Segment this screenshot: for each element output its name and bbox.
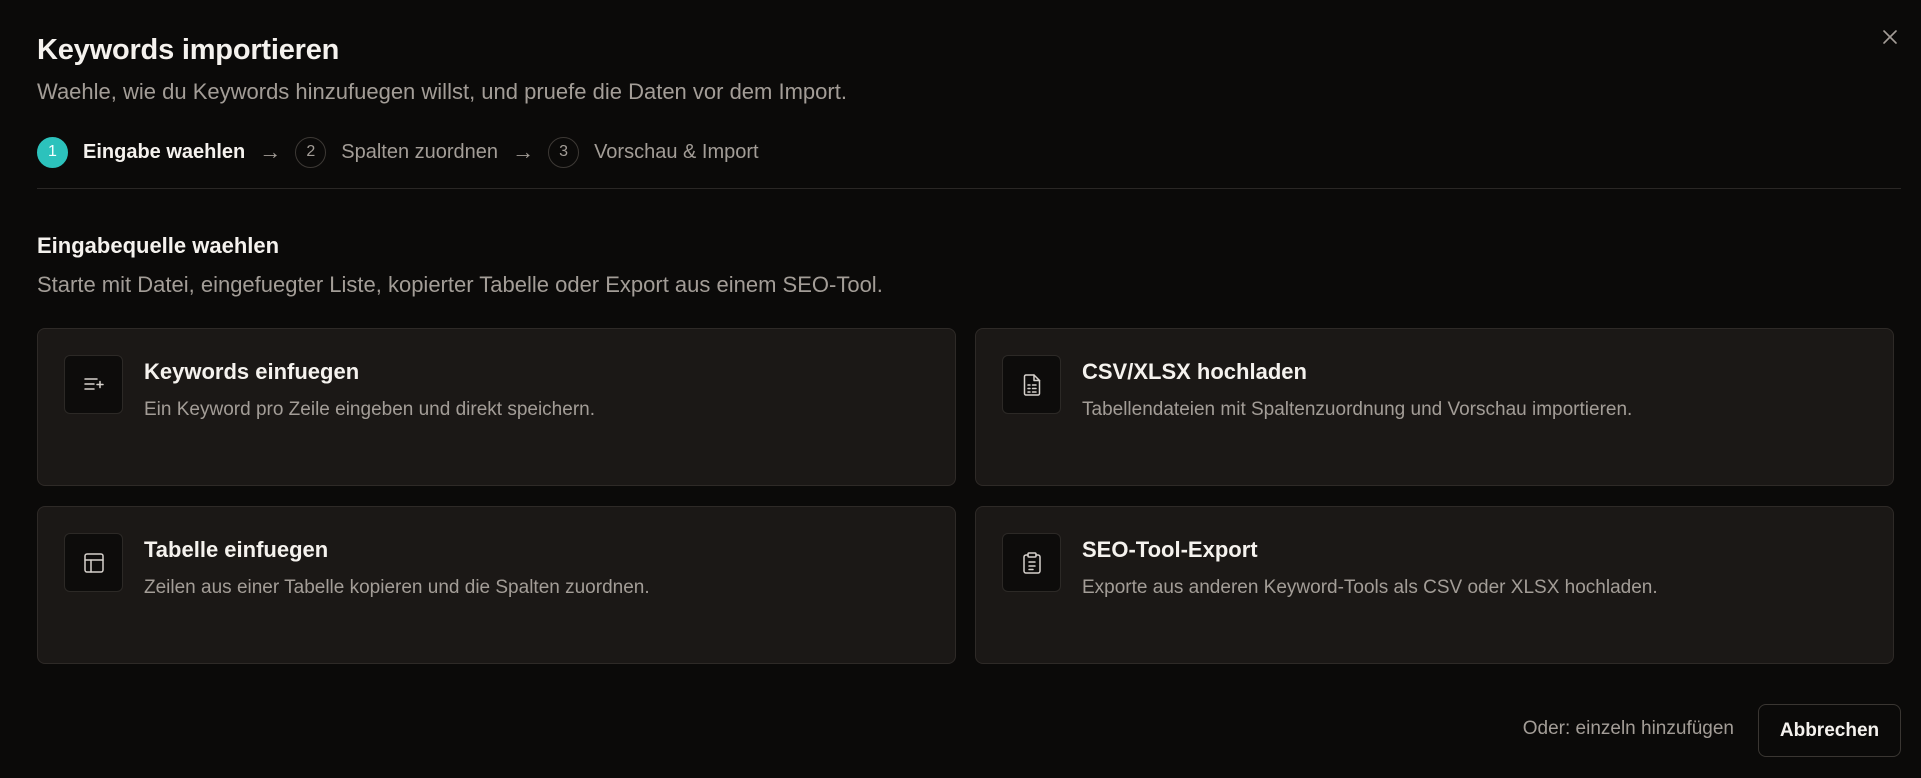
card-icon-box [64, 355, 123, 414]
step-1: 1 Eingabe waehlen [37, 136, 246, 168]
card-title: SEO-Tool-Export [1082, 537, 1258, 562]
step-arrow-icon: → [259, 139, 282, 164]
option-card-paste-keywords[interactable]: Keywords einfuegen Ein Keyword pro Zeile… [37, 328, 956, 486]
card-icon-box [1002, 355, 1061, 414]
step-3: 3 Vorschau & Import [548, 136, 759, 168]
card-description: Exporte aus anderen Keyword-Tools als CS… [1082, 577, 1658, 598]
section-description: Starte mit Datei, eingefuegter Liste, ko… [37, 272, 883, 297]
option-card-upload-file[interactable]: CSV/XLSX hochladen Tabellendateien mit S… [975, 328, 1894, 486]
section-title: Eingabequelle waehlen [37, 233, 280, 258]
card-icon-box [1002, 533, 1061, 592]
step-2-number: 2 [295, 136, 327, 168]
card-icon-box [64, 533, 123, 592]
option-card-paste-table[interactable]: Tabelle einfuegen Zeilen aus einer Tabel… [37, 506, 956, 664]
file-spreadsheet-icon [1023, 373, 1040, 396]
dialog-title: Keywords importieren [37, 34, 340, 66]
import-dialog: Keywords importieren Waehle, wie du Keyw… [0, 0, 1921, 778]
step-1-number: 1 [37, 136, 68, 168]
cancel-button[interactable]: Abbrechen [1758, 704, 1901, 757]
card-description: Zeilen aus einer Tabelle kopieren und di… [144, 577, 650, 598]
dialog-subtitle: Waehle, wie du Keywords hinzufuegen will… [37, 79, 847, 104]
step-2: 2 Spalten zuordnen [295, 136, 499, 168]
list-plus-icon [83, 377, 104, 390]
clipboard-list-icon [1022, 551, 1041, 574]
table-icon [83, 552, 104, 573]
step-1-label: Eingabe waehlen [83, 140, 246, 163]
divider [37, 188, 1901, 189]
step-3-number: 3 [548, 136, 580, 168]
card-title: Keywords einfuegen [144, 359, 360, 384]
card-title: CSV/XLSX hochladen [1082, 359, 1307, 384]
close-icon [1883, 30, 1897, 44]
close-button[interactable] [1877, 24, 1903, 50]
option-card-seo-tool-export[interactable]: SEO-Tool-Export Exporte aus anderen Keyw… [975, 506, 1894, 664]
stepper: 1 Eingabe waehlen → 2 Spalten zuordnen →… [37, 136, 759, 168]
card-description: Tabellendateien mit Spaltenzuordnung und… [1082, 399, 1633, 420]
card-title: Tabelle einfuegen [144, 537, 329, 562]
step-arrow-icon: → [512, 139, 535, 164]
add-single-link[interactable]: Oder: einzeln hinzufügen [1523, 718, 1734, 740]
step-3-label: Vorschau & Import [594, 140, 759, 163]
card-description: Ein Keyword pro Zeile eingeben und direk… [144, 399, 595, 420]
step-2-label: Spalten zuordnen [341, 140, 499, 163]
